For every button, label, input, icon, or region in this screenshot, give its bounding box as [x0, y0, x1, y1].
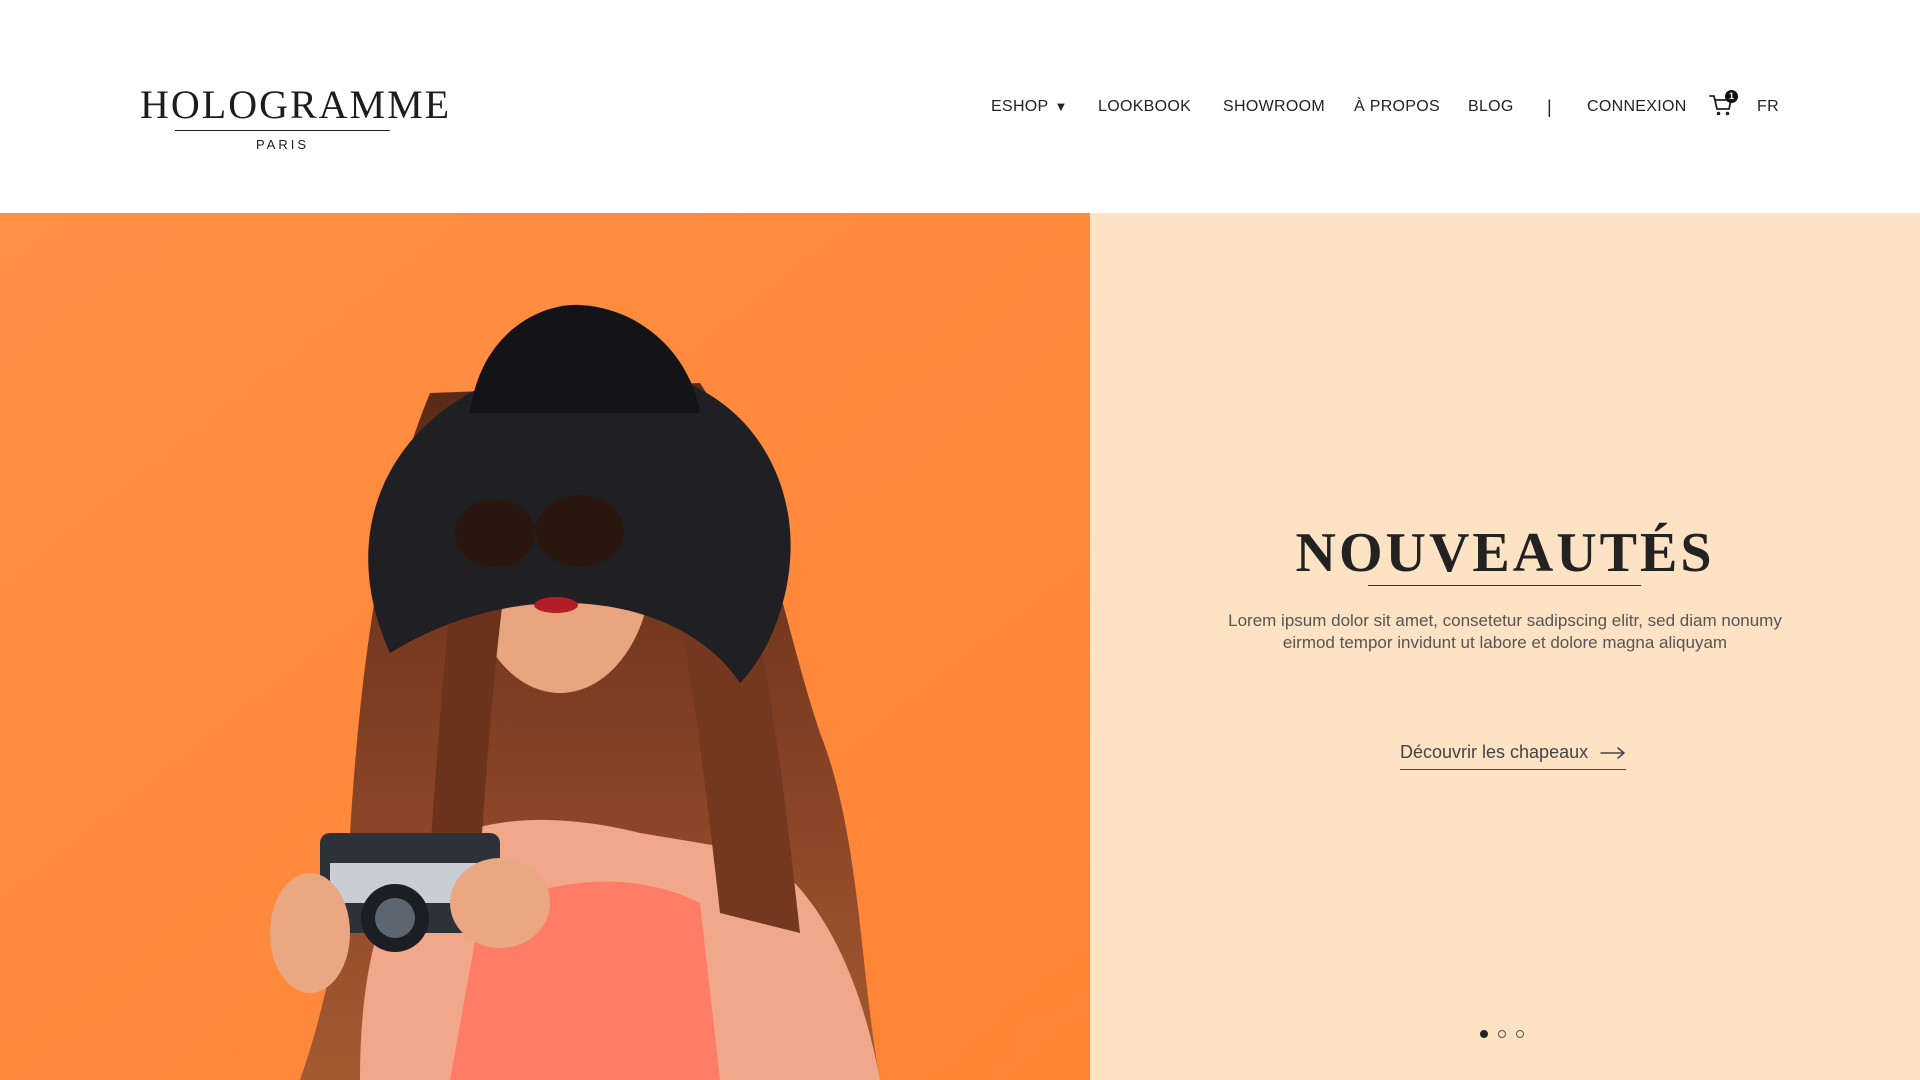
- discover-hats-link[interactable]: Découvrir les chapeaux: [1400, 740, 1627, 770]
- arrow-right-icon: [1600, 746, 1625, 759]
- cta-label: Découvrir les chapeaux: [1400, 742, 1589, 762]
- nav-item-blog[interactable]: BLOG: [1468, 96, 1514, 118]
- slide-dot-2[interactable]: [1498, 1030, 1506, 1038]
- nav-item-showroom[interactable]: SHOWROOM: [1223, 96, 1325, 118]
- cart-count-badge: 1: [1725, 90, 1738, 103]
- hero-image: [0, 213, 1090, 1080]
- slide-dot-1[interactable]: [1480, 1030, 1488, 1038]
- main-nav: ESHOP ▼ LOOKBOOK SHOWROOM À PROPOS BLOG |…: [0, 96, 1920, 120]
- hero-content-panel: NOUVEAUTÉS Lorem ipsum dolor sit amet, c…: [1090, 213, 1920, 1080]
- slide-dot-3[interactable]: [1516, 1030, 1524, 1038]
- language-switch[interactable]: FR: [1757, 96, 1779, 118]
- slider-pagination: [1480, 1030, 1524, 1038]
- hero-photo-illustration: [0, 213, 1090, 1080]
- caret-down-icon: ▼: [1054, 99, 1068, 114]
- logo-divider: [175, 130, 390, 131]
- site-header: HOLOGRAMME PARIS ESHOP ▼ LOOKBOOK SHOWROO…: [0, 0, 1920, 213]
- nav-item-label: ESHOP: [991, 98, 1049, 115]
- brand-subtitle: PARIS: [255, 137, 310, 152]
- title-underline: [1368, 585, 1641, 586]
- nav-item-apropos[interactable]: À PROPOS: [1354, 96, 1440, 118]
- hero-title: NOUVEAUTÉS: [1295, 522, 1715, 584]
- cart-button[interactable]: 1: [1708, 90, 1738, 118]
- hero-slider: NOUVEAUTÉS Lorem ipsum dolor sit amet, c…: [0, 213, 1920, 1080]
- nav-item-lookbook[interactable]: LOOKBOOK: [1098, 96, 1191, 118]
- hero-description: Lorem ipsum dolor sit amet, consetetur s…: [1228, 611, 1782, 652]
- login-link[interactable]: CONNEXION: [1587, 96, 1687, 118]
- nav-item-eshop[interactable]: ESHOP ▼: [991, 96, 1068, 118]
- nav-separator: |: [1547, 97, 1552, 117]
